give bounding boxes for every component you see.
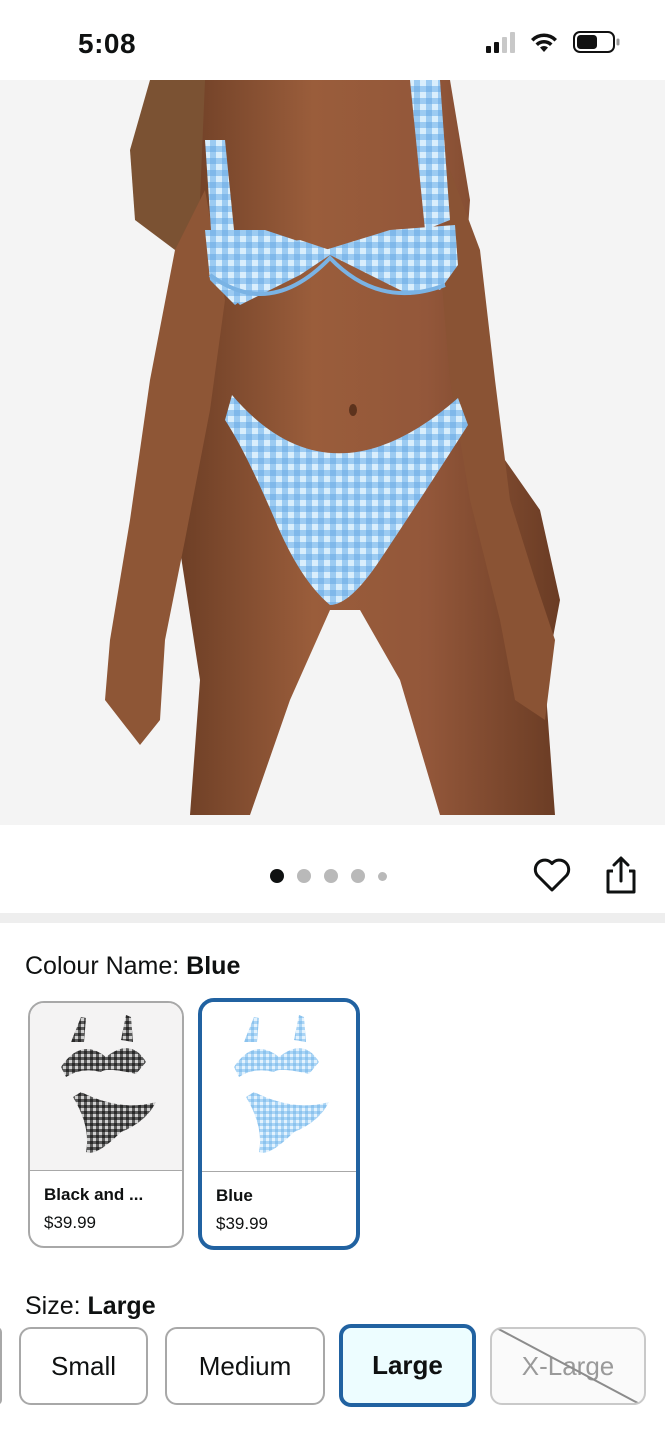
battery-icon	[573, 31, 620, 53]
size-option-medium[interactable]: Medium	[165, 1327, 325, 1405]
swatch-price: $39.99	[44, 1213, 96, 1232]
share-icon[interactable]	[602, 855, 640, 895]
swatch-price: $39.99	[216, 1214, 268, 1233]
image-controls	[0, 825, 665, 913]
status-time: 5:08	[78, 28, 137, 59]
status-icons	[486, 30, 621, 54]
carousel-dot[interactable]	[351, 869, 365, 883]
swatch-name: Black and ...	[44, 1185, 144, 1204]
wifi-icon	[531, 33, 557, 52]
product-image[interactable]	[0, 80, 665, 825]
swatch-image	[30, 1003, 182, 1171]
cellular-signal-icon	[486, 31, 515, 53]
heart-icon[interactable]	[532, 855, 572, 895]
size-option-small[interactable]: Small	[19, 1327, 148, 1405]
colour-option-black[interactable]: Black and ... $39.99	[28, 1001, 184, 1248]
size-option-x-large[interactable]: X-Large	[490, 1327, 646, 1405]
product-photo	[105, 80, 560, 815]
size-option-large[interactable]: Large	[339, 1324, 476, 1407]
swatch-image	[202, 1002, 356, 1172]
colour-selected-value: Blue	[186, 952, 241, 980]
swatch-name: Blue	[216, 1186, 253, 1205]
size-option-partial[interactable]	[0, 1327, 2, 1405]
status-bar: 5:08	[0, 0, 665, 80]
carousel-dot[interactable]	[270, 869, 284, 883]
carousel-dot[interactable]	[297, 869, 311, 883]
size-selected-value: Large	[87, 1292, 156, 1320]
carousel-dots[interactable]	[270, 869, 387, 883]
carousel-dot[interactable]	[378, 871, 387, 881]
section-divider	[0, 913, 665, 923]
carousel-dot[interactable]	[324, 869, 338, 883]
size-label: Size: Large	[25, 1292, 156, 1320]
colour-label: Colour Name: Blue	[25, 952, 241, 980]
colour-option-blue[interactable]: Blue $39.99	[198, 998, 360, 1250]
